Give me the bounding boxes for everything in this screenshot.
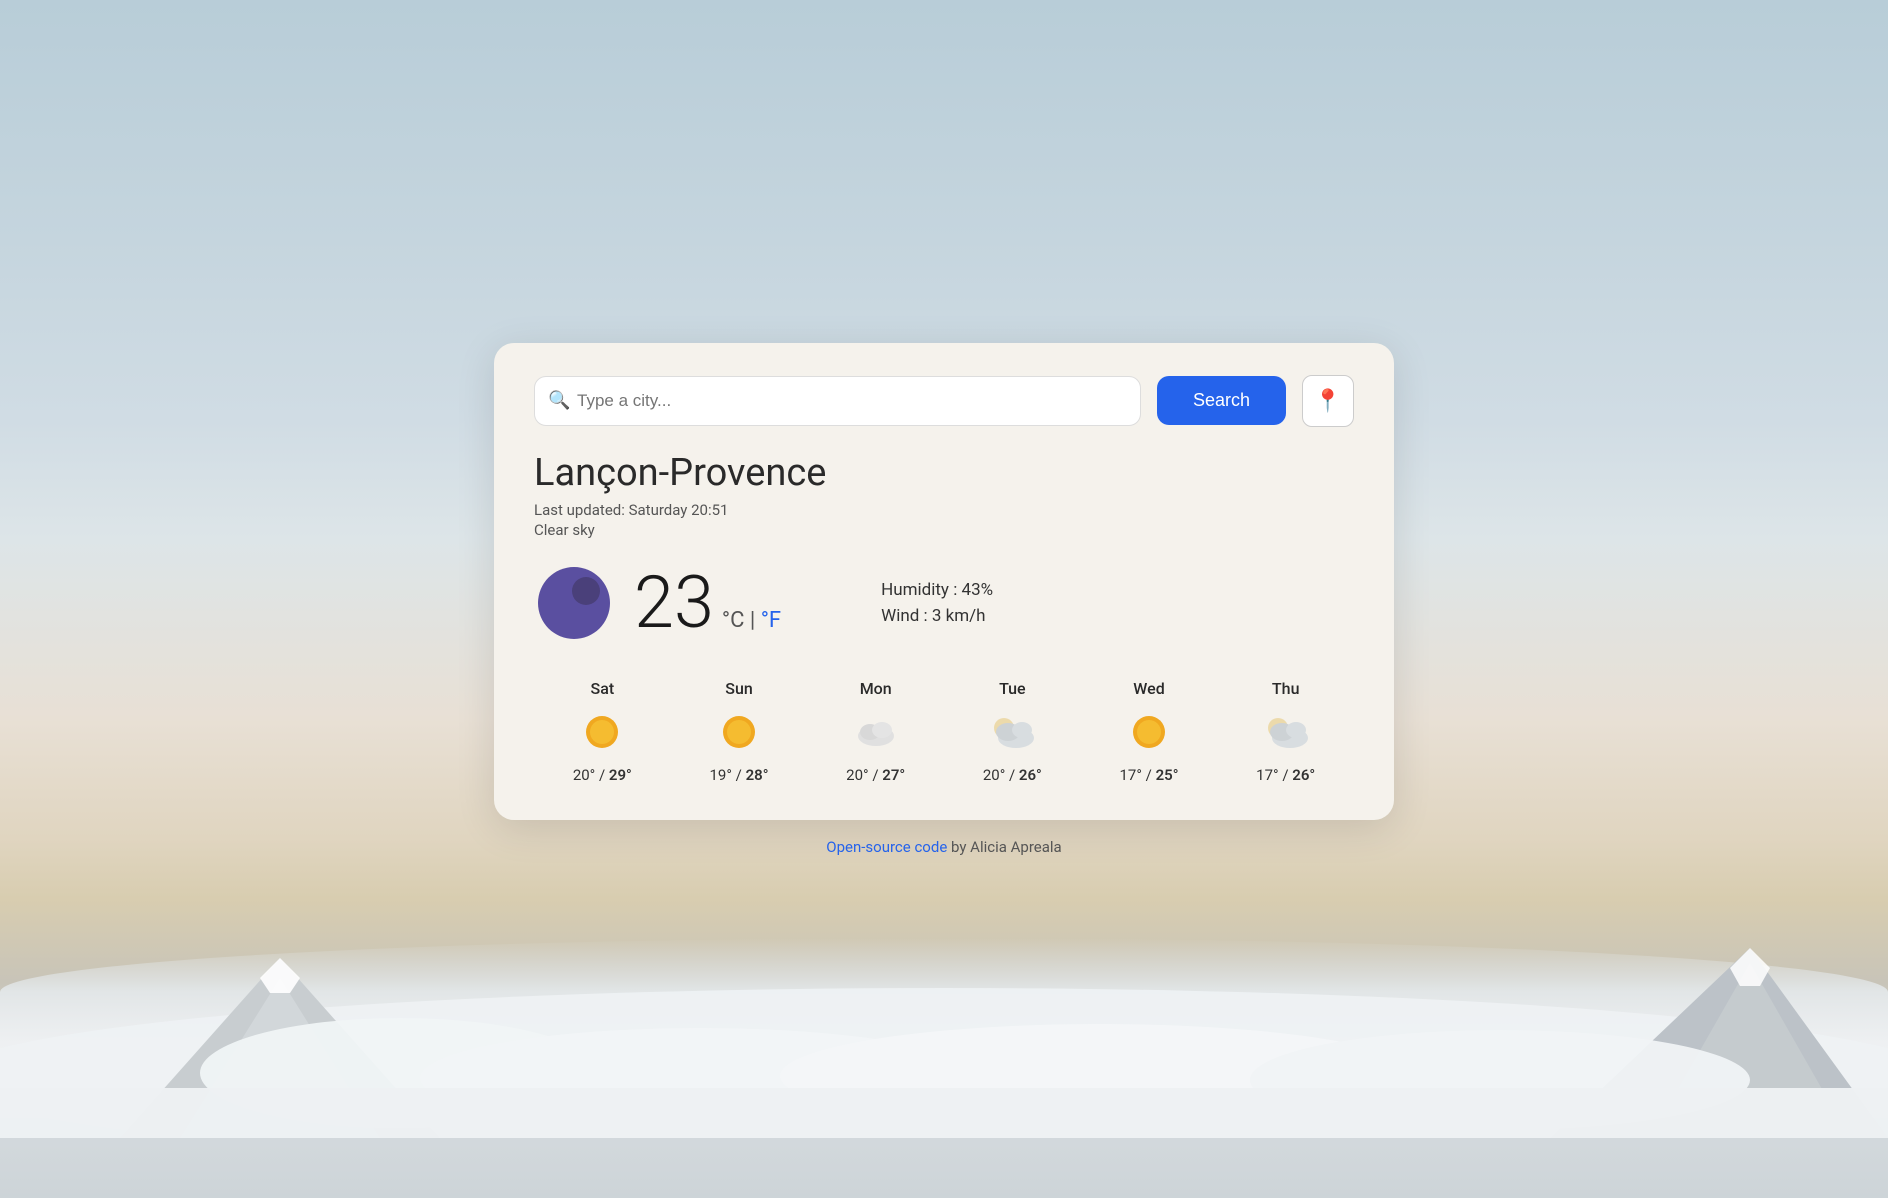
temp-range: 17° / 25° <box>1120 766 1179 784</box>
forecast-row: Sat 20° / 29° Sun 19° / 28° Mon 20° / 27… <box>534 679 1354 784</box>
forecast-icon-partly-cloudy <box>1258 710 1314 754</box>
day-label: Wed <box>1133 679 1164 698</box>
forecast-icon-sunny <box>574 710 630 754</box>
forecast-icon-sunny <box>711 710 767 754</box>
forecast-day: Thu 17° / 26° <box>1217 679 1354 784</box>
forecast-day: Sun 19° / 28° <box>671 679 808 784</box>
temperature-units: °C | °F <box>722 608 781 633</box>
open-source-link[interactable]: Open-source code <box>826 838 947 856</box>
temp-range: 20° / 27° <box>846 766 905 784</box>
mountain-peaks <box>0 878 1888 1138</box>
weather-condition: Clear sky <box>534 521 1354 539</box>
weather-details: Humidity : 43% Wind : 3 km/h <box>881 580 993 626</box>
current-weather-icon <box>534 563 614 643</box>
temp-range: 20° / 26° <box>983 766 1042 784</box>
search-button[interactable]: Search <box>1157 376 1286 425</box>
temperature-display: 23 °C | °F <box>634 567 781 639</box>
main-content: 🔍 Search 📍 Lançon-Provence Last updated:… <box>494 343 1394 856</box>
forecast-icon-partly-cloudy <box>984 710 1040 754</box>
location-button[interactable]: 📍 <box>1302 375 1354 427</box>
forecast-icon-sunny <box>1121 710 1177 754</box>
city-name: Lançon-Provence <box>534 451 1354 495</box>
forecast-day: Mon 20° / 27° <box>807 679 944 784</box>
wind-detail: Wind : 3 km/h <box>881 606 993 626</box>
weather-card: 🔍 Search 📍 Lançon-Provence Last updated:… <box>494 343 1394 820</box>
day-label: Tue <box>999 679 1026 698</box>
city-search-input[interactable] <box>534 376 1141 426</box>
day-label: Sat <box>591 679 615 698</box>
humidity-detail: Humidity : 43% <box>881 580 993 600</box>
search-input-wrap: 🔍 <box>534 376 1141 426</box>
footer: Open-source code by Alicia Apreala <box>826 838 1061 856</box>
search-icon: 🔍 <box>548 390 570 411</box>
unit-separator: | <box>744 608 760 633</box>
fahrenheit-unit[interactable]: °F <box>761 608 781 633</box>
current-weather-row: 23 °C | °F Humidity : 43% Wind : 3 km/h <box>534 563 1354 643</box>
temp-range: 17° / 26° <box>1256 766 1315 784</box>
forecast-day: Tue 20° / 26° <box>944 679 1081 784</box>
celsius-unit[interactable]: °C <box>722 608 745 633</box>
day-label: Mon <box>860 679 892 698</box>
day-label: Sun <box>725 679 753 698</box>
last-updated: Last updated: Saturday 20:51 <box>534 501 1354 519</box>
mountain-scenery <box>0 878 1888 1198</box>
forecast-icon-cloudy <box>848 710 904 754</box>
temp-range: 19° / 28° <box>709 766 768 784</box>
temp-range: 20° / 29° <box>573 766 632 784</box>
pin-icon: 📍 <box>1314 388 1341 414</box>
forecast-day: Wed 17° / 25° <box>1081 679 1218 784</box>
day-label: Thu <box>1272 679 1300 698</box>
forecast-day: Sat 20° / 29° <box>534 679 671 784</box>
search-row: 🔍 Search 📍 <box>534 375 1354 427</box>
footer-author: by Alicia Apreala <box>947 838 1061 856</box>
temperature-value: 23 <box>634 567 714 639</box>
